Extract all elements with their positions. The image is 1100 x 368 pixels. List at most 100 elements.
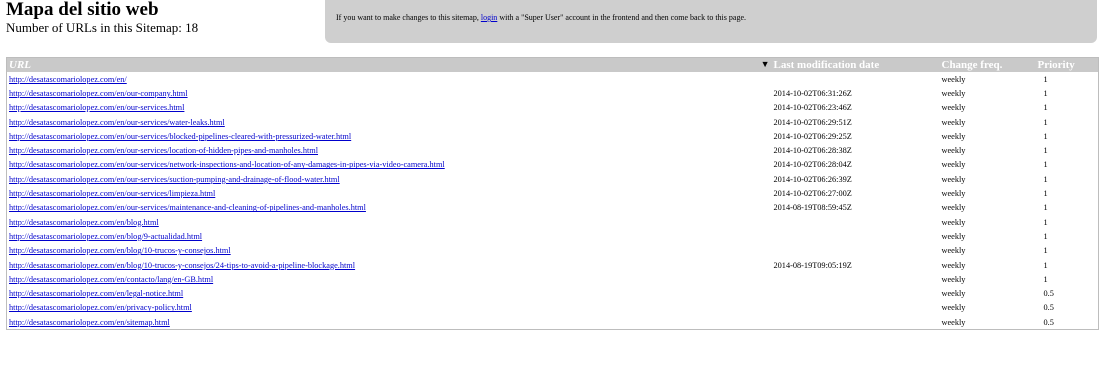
url-count: Number of URLs in this Sitemap: 18	[6, 20, 199, 35]
cell-url: http://desatascomariolopez.com/en/blog/1…	[7, 258, 772, 272]
table-row: http://desatascomariolopez.com/en/our-se…	[7, 201, 1099, 215]
cell-changefreq: weekly	[941, 74, 966, 84]
table-row: http://desatascomariolopez.com/en/weekly…	[7, 72, 1099, 86]
cell-url: http://desatascomariolopez.com/en/our-se…	[7, 115, 772, 129]
table-row: http://desatascomariolopez.com/en/our-se…	[7, 186, 1099, 200]
cell-changefreq: weekly	[941, 88, 966, 98]
sort-desc-icon[interactable]: ▼	[761, 59, 770, 69]
cell-changefreq: weekly	[941, 289, 966, 299]
url-link[interactable]: http://desatascomariolopez.com/en/our-se…	[9, 189, 215, 198]
cell-url: http://desatascomariolopez.com/en/our-se…	[7, 158, 772, 172]
column-header-lastmod[interactable]: Last modification date	[771, 57, 940, 72]
url-link[interactable]: http://desatascomariolopez.com/en/contac…	[9, 275, 213, 284]
cell-lastmod	[772, 215, 940, 229]
url-link[interactable]: http://desatascomariolopez.com/en/blog.h…	[9, 218, 159, 227]
cell-changefreq: weekly	[941, 160, 966, 170]
notice-text-after: with a "Super User" account in the front…	[497, 13, 746, 22]
cell-lastmod	[772, 72, 940, 86]
table-row: http://desatascomariolopez.com/en/our-se…	[7, 172, 1099, 186]
cell-lastmod	[772, 301, 940, 315]
cell-changefreq: weekly	[941, 146, 966, 156]
cell-url: http://desatascomariolopez.com/en/blog/9…	[7, 229, 772, 243]
cell-priority: 1	[1043, 203, 1048, 213]
cell-priority: 1	[1043, 189, 1048, 199]
cell-priority: 1	[1043, 103, 1048, 113]
url-link[interactable]: http://desatascomariolopez.com/en/blog/1…	[9, 246, 231, 255]
cell-url: http://desatascomariolopez.com/en/blog/1…	[7, 244, 772, 258]
cell-changefreq: weekly	[941, 103, 966, 113]
cell-url: http://desatascomariolopez.com/en/our-se…	[7, 201, 772, 215]
cell-lastmod: 2014-10-02T06:28:04Z	[773, 160, 852, 170]
url-link[interactable]: http://desatascomariolopez.com/en/our-se…	[9, 132, 351, 141]
login-link[interactable]: login	[481, 13, 497, 22]
cell-lastmod: 2014-10-02T06:31:26Z	[773, 88, 852, 98]
cell-priority: 1	[1043, 217, 1048, 227]
table-row: http://desatascomariolopez.com/en/our-se…	[7, 101, 1099, 115]
column-header-changefreq[interactable]: Change freq.	[939, 57, 1036, 72]
cell-priority: 1	[1043, 174, 1048, 184]
sitemap-table: URL ▼ Last modification date Change freq.…	[6, 57, 1099, 331]
cell-lastmod: 2014-10-02T06:23:46Z	[773, 103, 852, 113]
column-header-url[interactable]: URL ▼	[6, 57, 772, 72]
cell-lastmod: 2014-10-02T06:26:39Z	[773, 174, 852, 184]
info-notice: If you want to make changes to this site…	[325, 0, 1097, 43]
cell-lastmod: 2014-10-02T06:29:51Z	[773, 117, 852, 127]
cell-lastmod: 2014-08-19T09:05:19Z	[773, 260, 852, 270]
cell-changefreq: weekly	[941, 117, 966, 127]
cell-url: http://desatascomariolopez.com/en/our-se…	[7, 172, 772, 186]
cell-priority: 1	[1043, 146, 1048, 156]
cell-changefreq: weekly	[941, 217, 966, 227]
cell-lastmod	[772, 272, 940, 286]
url-link[interactable]: http://desatascomariolopez.com/en/legal-…	[9, 289, 183, 298]
table-row: http://desatascomariolopez.com/en/blog/1…	[7, 244, 1099, 258]
cell-lastmod: 2014-10-02T06:27:00Z	[773, 189, 852, 199]
url-link[interactable]: http://desatascomariolopez.com/en/our-se…	[9, 146, 318, 155]
table-row: http://desatascomariolopez.com/en/privac…	[7, 301, 1099, 315]
cell-changefreq: weekly	[941, 189, 966, 199]
cell-priority: 1	[1043, 274, 1048, 284]
url-link[interactable]: http://desatascomariolopez.com/en/	[9, 75, 127, 84]
cell-url: http://desatascomariolopez.com/en/our-se…	[7, 186, 772, 200]
cell-priority: 1	[1043, 117, 1048, 127]
url-link[interactable]: http://desatascomariolopez.com/en/our-se…	[9, 175, 340, 184]
cell-url: http://desatascomariolopez.com/en/contac…	[7, 272, 772, 286]
cell-priority: 1	[1043, 231, 1048, 241]
table-row: http://desatascomariolopez.com/en/blog.h…	[7, 215, 1099, 229]
column-header-priority[interactable]: Priority	[1035, 57, 1099, 72]
url-link[interactable]: http://desatascomariolopez.com/en/privac…	[9, 303, 192, 312]
cell-changefreq: weekly	[941, 131, 966, 141]
cell-priority: 1	[1043, 131, 1048, 141]
url-link[interactable]: http://desatascomariolopez.com/en/our-se…	[9, 160, 445, 169]
cell-changefreq: weekly	[941, 203, 966, 213]
url-link[interactable]: http://desatascomariolopez.com/en/our-se…	[9, 103, 184, 112]
url-link[interactable]: http://desatascomariolopez.com/en/our-se…	[9, 203, 366, 212]
cell-changefreq: weekly	[941, 317, 966, 327]
table-row: http://desatascomariolopez.com/en/blog/1…	[7, 258, 1099, 272]
url-link[interactable]: http://desatascomariolopez.com/en/blog/1…	[9, 261, 355, 270]
cell-changefreq: weekly	[941, 246, 966, 256]
page-title: Mapa del sitio web	[6, 0, 159, 20]
page-header: Mapa del sitio web Number of URLs in thi…	[6, 0, 198, 35]
url-link[interactable]: http://desatascomariolopez.com/en/our-co…	[9, 89, 188, 98]
table-row: http://desatascomariolopez.com/en/our-co…	[7, 86, 1099, 100]
cell-changefreq: weekly	[941, 260, 966, 270]
url-link[interactable]: http://desatascomariolopez.com/en/our-se…	[9, 118, 225, 127]
table-row: http://desatascomariolopez.com/en/our-se…	[7, 129, 1099, 143]
table-row: http://desatascomariolopez.com/en/legal-…	[7, 286, 1099, 300]
cell-priority: 1	[1043, 260, 1048, 270]
cell-changefreq: weekly	[941, 174, 966, 184]
cell-changefreq: weekly	[941, 274, 966, 284]
cell-lastmod	[772, 229, 940, 243]
url-link[interactable]: http://desatascomariolopez.com/en/sitema…	[9, 318, 170, 327]
cell-priority: 0.5	[1043, 303, 1054, 313]
cell-url: http://desatascomariolopez.com/en/our-se…	[7, 129, 772, 143]
cell-changefreq: weekly	[941, 303, 966, 313]
url-link[interactable]: http://desatascomariolopez.com/en/blog/9…	[9, 232, 202, 241]
table-row: http://desatascomariolopez.com/en/our-se…	[7, 158, 1099, 172]
cell-url: http://desatascomariolopez.com/en/our-se…	[7, 143, 772, 157]
notice-text-before: If you want to make changes to this site…	[336, 13, 481, 22]
cell-lastmod	[772, 315, 940, 330]
cell-url: http://desatascomariolopez.com/en/	[7, 72, 772, 86]
cell-priority: 1	[1043, 160, 1048, 170]
cell-priority: 0.5	[1043, 289, 1054, 299]
